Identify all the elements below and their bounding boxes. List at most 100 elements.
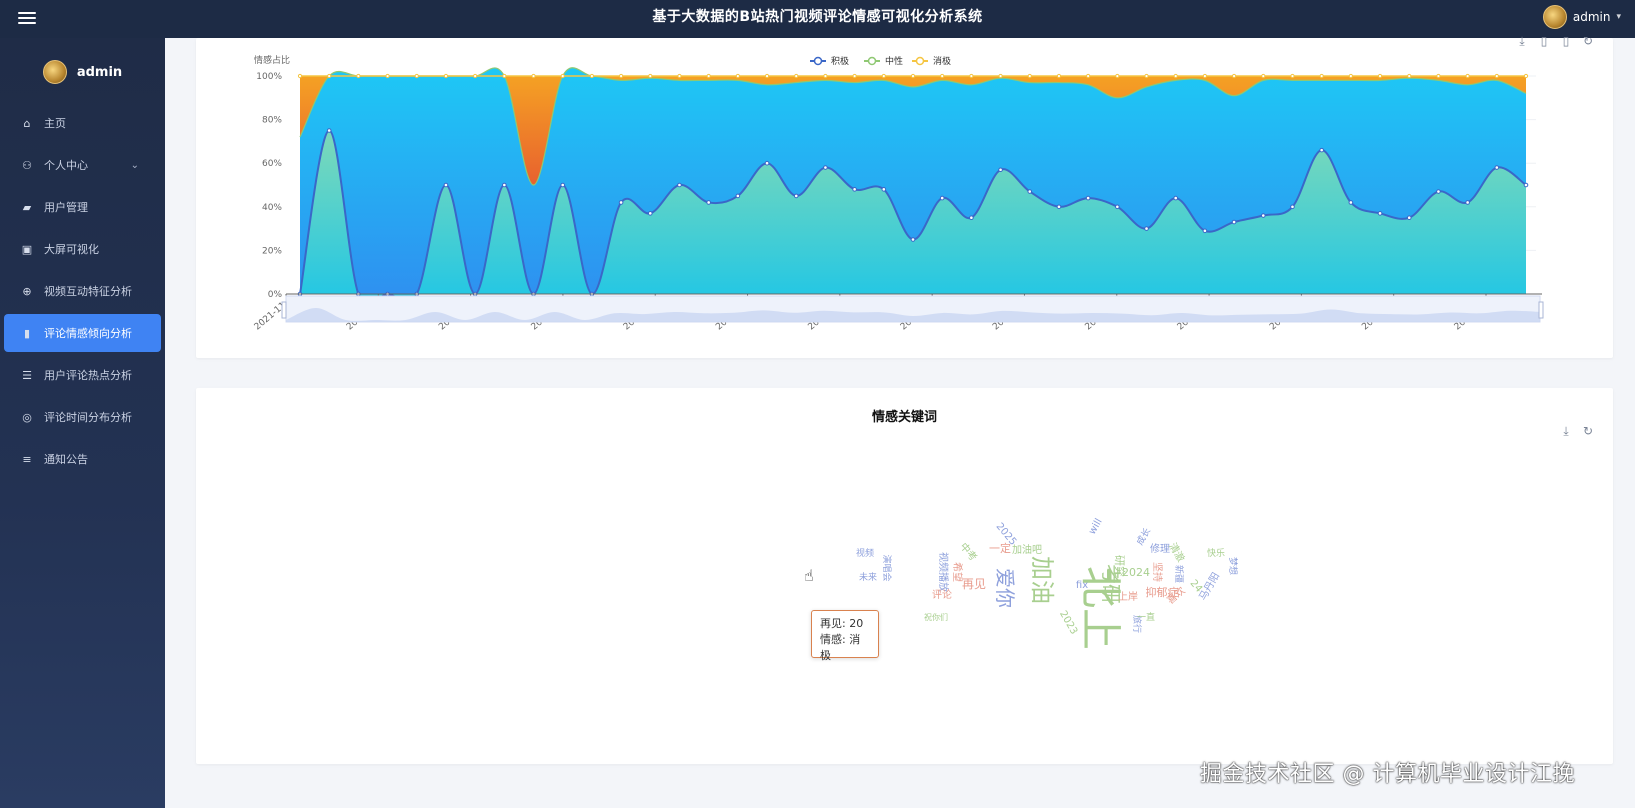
wordcloud-word[interactable]: 视频 [856,547,874,559]
data-point-negative [1056,73,1062,79]
wordcloud-word[interactable]: 一直 [1137,611,1155,623]
data-point-positive [1523,182,1529,188]
wordcloud-word[interactable]: 评论 [932,588,952,601]
data-point-positive [764,160,770,166]
data-point-negative [910,73,916,79]
legend-marker-dot [867,56,877,66]
wordcloud-word[interactable]: 坚持 [1151,562,1164,582]
data-point-positive [1436,189,1441,194]
wordcloud-word[interactable]: 梦想 [1227,557,1239,575]
data-point-negative [1144,73,1149,79]
data-point-negative [1290,73,1295,79]
wordcloud-word[interactable]: 修理 [1150,542,1170,555]
data-point-positive [1085,195,1091,201]
sidebar-item-label: 个人中心 [44,159,88,172]
data-point-positive [881,187,887,192]
data-point-negative [1027,73,1032,79]
data-point-negative [735,73,740,79]
wordcloud-word[interactable]: 快乐 [1207,547,1225,559]
sentiment-area-chart: 0%20%40%60%80%100%情感占比2021-112022-022022… [253,54,1544,332]
wordcloud-word[interactable]: 未来 [859,571,877,583]
sidebar-item-label: 大屏可视化 [44,243,99,256]
data-point-negative [327,73,332,79]
clipboard-icon: ▣ [21,242,33,256]
wordcloud-word[interactable]: 演唱会 [881,554,893,581]
avatar [1542,5,1567,29]
wordcloud-word[interactable]: 爱你 [993,568,1017,608]
ring-icon: ◎ [22,410,32,424]
wordcloud-word[interactable]: 一定 [989,541,1011,555]
wordcloud-word[interactable]: 清澈 [1166,540,1187,564]
data-point-negative [648,73,653,79]
data-point-negative [414,73,419,79]
data-point-positive [502,182,507,188]
data-point-positive [1348,200,1354,205]
sidebar-item-dashboard[interactable]: ▣ 大屏可视化 [4,230,161,268]
sidebar-item-video-interaction[interactable]: ⊕ 视频互动特征分析 [4,272,161,310]
wordcloud-word[interactable]: 祝你们 [924,612,948,622]
sidebar-item-label: 视频互动特征分析 [44,285,132,298]
data-point-negative [560,73,565,79]
data-point-positive [677,182,682,188]
y-tick-label: 60% [262,159,282,169]
data-point-negative [1436,73,1441,79]
data-point-negative [385,73,390,79]
data-point-negative [1115,73,1120,79]
data-point-positive [969,215,974,220]
sidebar-item-user-management[interactable]: ▰ 用户管理 [4,188,161,226]
data-point-positive [1115,204,1120,210]
data-point-negative [1348,73,1353,79]
data-point-negative [706,73,711,79]
data-point-positive [1202,228,1208,234]
data-point-positive [793,193,799,199]
sidebar-user: admin [0,48,165,96]
wordcloud-word[interactable]: 新疆 [1173,565,1185,583]
data-point-positive [1027,189,1033,194]
datazoom-handle-left [281,301,287,319]
sidebar-item-time-distribution[interactable]: ◎ 评论时间分布分析 [4,398,161,436]
data-point-negative [473,73,478,79]
wordcloud-tooltip: 再见: 20 情感: 消极 [811,610,879,662]
wordcloud-word[interactable]: 加油吧 [1012,543,1042,556]
wordcloud-word[interactable]: 希望 [951,562,964,582]
wordcloud-word[interactable]: will [1087,517,1105,537]
data-point-positive [443,182,449,188]
data-point-negative [443,73,449,79]
data-point-negative [1319,73,1324,79]
wordcloud-word[interactable]: 中考 [957,540,980,564]
sidebar-item-hotspot[interactable]: ☰ 用户评论热点分析 [4,356,161,394]
wordcloud-word[interactable]: 加油 [1028,556,1056,604]
top-user-menu[interactable]: admin ▾ [1542,5,1621,29]
y-tick-label: 20% [262,246,282,256]
sidebar-item-profile[interactable]: ⚇ 个人中心 ⌄ [4,146,161,184]
datazoom-handle-right [1538,301,1544,319]
wordcloud-word[interactable]: 再见 [962,577,986,591]
sidebar-item-notice[interactable]: ≡ 通知公告 [4,440,161,478]
y-axis-label: 情感占比 [254,54,290,66]
home-icon: ⌂ [23,116,31,130]
wordcloud-word[interactable]: 2023 [1057,609,1079,637]
data-point-positive [1173,195,1179,201]
legend-label: 中性 [885,55,903,67]
data-point-positive [647,211,653,216]
wordcloud-word[interactable]: 研究 [1113,555,1127,577]
data-point-negative [677,73,682,79]
data-point-negative [1231,73,1237,79]
keyword-cloud-card: 情感关键词 ⤓ ↻ 北上 加油 考研 爱你 再见 2024 2025 2023 fix will 一… [196,388,1613,764]
data-point-positive [1406,215,1412,220]
data-point-negative [297,73,303,79]
data-point-negative [1407,73,1412,79]
cursor-hand-icon: ☝ [804,566,814,585]
sidebar-item-home[interactable]: ⌂ 主页 [4,104,161,142]
wordcloud-word[interactable]: 上岸 [1118,591,1138,603]
data-point-positive [910,237,916,242]
wordcloud-word[interactable]: fix [1076,580,1088,591]
data-point-negative [881,73,886,79]
sidebar-item-label: 评论情感倾向分析 [44,327,132,340]
data-point-negative [1465,73,1470,79]
sidebar-item-sentiment[interactable]: ▮ 评论情感倾向分析 [4,314,161,352]
data-point-negative [764,73,770,79]
wordcloud-word[interactable]: 视频播放 [937,552,950,592]
data-point-negative [998,73,1003,79]
data-point-negative [1261,73,1266,79]
